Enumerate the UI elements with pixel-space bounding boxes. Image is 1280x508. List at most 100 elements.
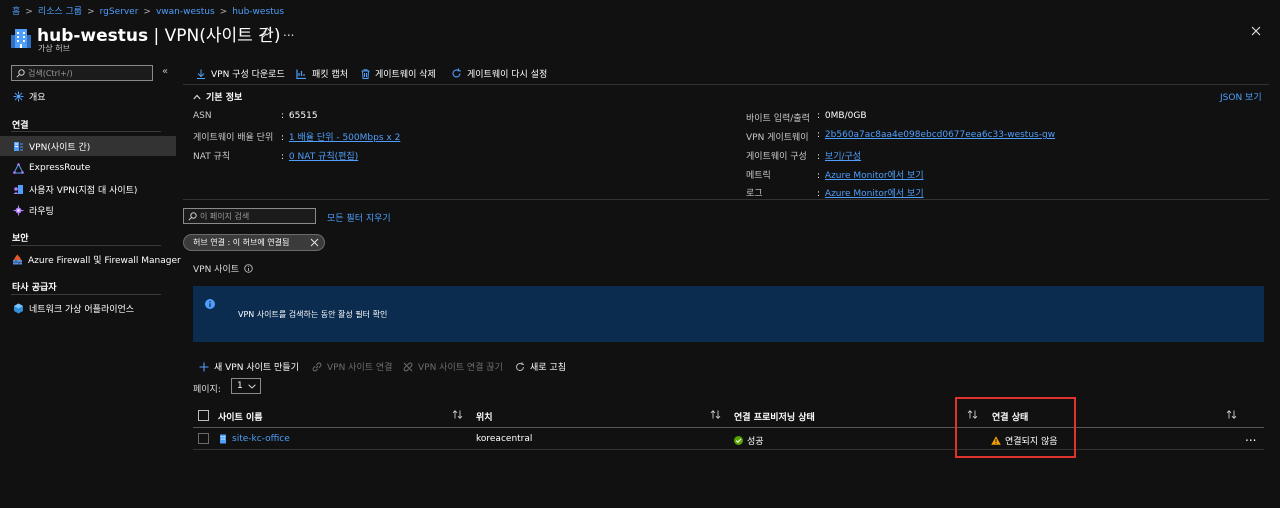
logs-value: : Azure Monitor에서 보기	[817, 189, 924, 199]
divider	[183, 199, 1269, 200]
search-icon	[16, 69, 25, 78]
create-vpn-site-button[interactable]: 새 VPN 사이트 만들기	[199, 360, 299, 373]
logs-label: 로그	[746, 189, 763, 199]
network-appliance-icon	[12, 302, 24, 314]
close-icon[interactable]	[1251, 26, 1261, 36]
metrics-label: 메트릭	[746, 171, 771, 181]
page-label: 페이지:	[193, 385, 221, 395]
sidebar-item-vpn-site-to-site[interactable]: VPN(사이트 간)	[0, 136, 176, 156]
vpn-site-icon	[220, 434, 226, 444]
breadcrumb-vwan[interactable]: vwan-westus	[156, 7, 215, 17]
breadcrumb-home[interactable]: 홈	[12, 7, 20, 17]
sidebar-item-label: ExpressRoute	[29, 163, 91, 173]
refresh-button[interactable]: 새로 고침	[515, 360, 566, 373]
overview-icon	[12, 90, 24, 102]
scale-units-label: 게이트웨이 배율 단위	[193, 133, 274, 143]
scale-units-link[interactable]: 1 배율 단위 - 500Mbps x 2	[289, 133, 400, 143]
metrics-value: : Azure Monitor에서 보기	[817, 171, 924, 181]
divider	[193, 449, 1264, 450]
delete-icon	[361, 68, 370, 79]
asn-label: ASN	[193, 111, 212, 121]
sort-icon[interactable]	[1226, 410, 1237, 419]
sidebar-item-label: 개요	[29, 92, 46, 103]
sort-icon[interactable]	[710, 410, 721, 419]
column-header-site-name[interactable]: 사이트 이름	[218, 410, 263, 423]
gateway-config-label: 게이트웨이 구성	[746, 152, 807, 162]
user-vpn-icon	[12, 183, 24, 195]
expressroute-icon	[12, 162, 24, 174]
connection-status-highlight	[955, 397, 1076, 458]
column-header-location[interactable]: 위치	[476, 410, 493, 423]
breadcrumb-rgserver[interactable]: rgServer	[100, 7, 139, 17]
sidebar-search-input[interactable]	[28, 67, 148, 79]
vpn-gateway-link[interactable]: 2b560a7ac8aa4e098ebcd0677eea6c33-westus-…	[825, 130, 1055, 140]
sidebar-item-network-virtual-appliance[interactable]: 네트워크 가상 어플라이언스	[0, 298, 176, 318]
sidebar-item-label: VPN(사이트 간)	[29, 142, 91, 153]
divider	[193, 427, 1264, 428]
success-check-icon	[734, 436, 743, 445]
page-search[interactable]	[183, 208, 316, 224]
pin-icon[interactable]	[261, 27, 272, 38]
connect-vpn-sites-button[interactable]: VPN 사이트 연결	[312, 360, 392, 373]
vpn-gateway-value: : 2b560a7ac8aa4e098ebcd0677eea6c33-westu…	[817, 130, 1056, 140]
essentials-toggle[interactable]: 기본 정보	[193, 90, 242, 103]
breadcrumb-resource-groups[interactable]: 리소스 그룹	[38, 7, 82, 17]
sidebar-section-connectivity: 연결	[12, 121, 29, 131]
info-banner-text: VPN 사이트를 검색하는 동안 활성 필터 확인	[238, 310, 388, 319]
select-all-checkbox[interactable]	[198, 410, 209, 421]
row-more-options-icon[interactable]: ...	[1245, 430, 1256, 444]
sort-icon[interactable]	[452, 410, 463, 419]
sidebar-item-firewall[interactable]: Azure Firewall 및 Firewall Manager	[0, 249, 181, 269]
bytes-in-out-value: : 0MB/0GB	[817, 111, 867, 121]
logs-link[interactable]: Azure Monitor에서 보기	[825, 189, 924, 199]
sidebar-item-routing[interactable]: 라우팅	[0, 200, 176, 220]
sidebar-item-expressroute[interactable]: ExpressRoute	[0, 158, 176, 178]
reset-gateway-button[interactable]: 게이트웨이 다시 설정	[451, 67, 547, 80]
remove-filter-icon[interactable]	[310, 238, 319, 247]
info-icon[interactable]	[244, 264, 253, 273]
download-vpn-config-button[interactable]: VPN 구성 다운로드	[196, 67, 285, 80]
sidebar-search[interactable]	[11, 65, 153, 81]
sidebar-item-label: Azure Firewall 및 Firewall Manager	[28, 255, 181, 266]
firewall-icon	[12, 253, 23, 265]
packet-capture-icon	[296, 69, 306, 79]
virtual-hub-icon	[11, 27, 31, 49]
table-row-location: koreacentral	[476, 434, 533, 444]
json-view-link[interactable]: JSON 보기	[1220, 90, 1262, 103]
vpn-icon	[12, 140, 24, 152]
breadcrumb-hub[interactable]: hub-westus	[232, 7, 284, 17]
delete-gateway-button[interactable]: 게이트웨이 삭제	[361, 67, 436, 80]
clear-all-filters-link[interactable]: 모든 필터 지우기	[327, 211, 391, 224]
table-row-site-name[interactable]: site-kc-office	[218, 434, 290, 444]
chevron-up-icon	[193, 94, 201, 99]
divider	[11, 294, 161, 295]
routing-icon	[12, 204, 24, 216]
row-checkbox[interactable]	[198, 433, 209, 444]
reset-icon	[452, 68, 461, 78]
download-icon	[197, 69, 205, 79]
refresh-icon	[516, 361, 525, 371]
page-select-value: 1	[237, 381, 243, 391]
info-circle-icon	[205, 299, 215, 309]
disconnect-vpn-sites-button[interactable]: VPN 사이트 연결 끊기	[403, 360, 503, 373]
info-banner: VPN 사이트를 검색하는 동안 활성 필터 확인	[193, 286, 1264, 342]
page-search-input[interactable]	[200, 210, 312, 222]
page-subtitle: 가상 허브	[38, 44, 70, 53]
column-header-provisioning-state[interactable]: 연결 프로비저닝 상태	[734, 410, 815, 423]
packet-capture-button[interactable]: 패킷 캡처	[296, 67, 348, 80]
page-select[interactable]: 1	[231, 378, 261, 394]
metrics-link[interactable]: Azure Monitor에서 보기	[825, 171, 924, 181]
more-options-icon[interactable]: ...	[283, 25, 294, 39]
unlink-icon	[403, 362, 413, 371]
filter-pill-label: 허브 연결 : 이 허브에 연결됨	[193, 238, 290, 247]
divider	[11, 245, 161, 246]
collapse-sidebar-icon[interactable]: «	[162, 66, 168, 77]
hub-connection-filter-pill[interactable]: 허브 연결 : 이 허브에 연결됨	[183, 234, 325, 251]
gateway-config-value: : 보기/구성	[817, 152, 862, 162]
nat-rules-link[interactable]: 0 NAT 규칙(편집)	[289, 152, 358, 162]
sidebar-item-user-vpn[interactable]: 사용자 VPN(지점 대 사이트)	[0, 179, 176, 199]
sidebar-item-overview[interactable]: 개요	[0, 86, 176, 106]
page-title: hub-westus | VPN(사이트 간)	[37, 26, 281, 46]
gateway-config-link[interactable]: 보기/구성	[825, 152, 861, 162]
scale-units-value: : 1 배율 단위 - 500Mbps x 2	[281, 133, 401, 143]
